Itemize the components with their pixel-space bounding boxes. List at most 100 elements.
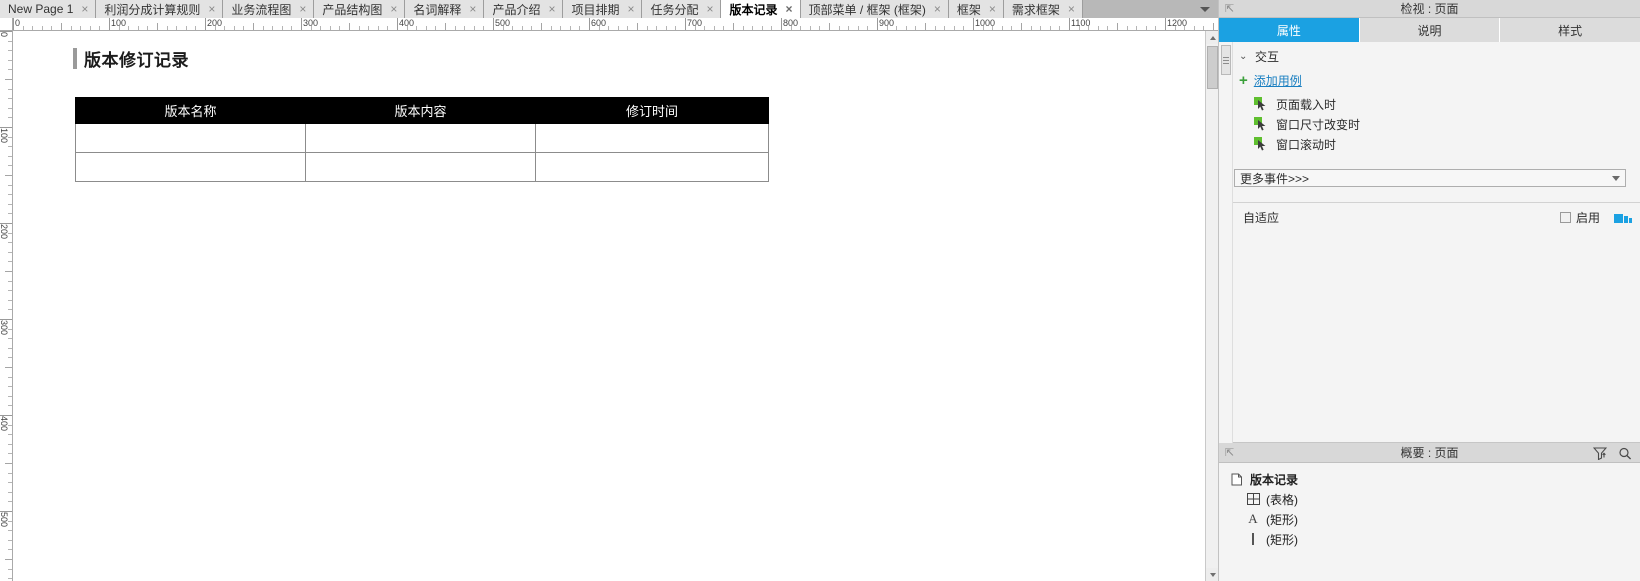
page-tab-label: 产品介绍 — [492, 2, 541, 17]
panel-side-scrollbar[interactable] — [1219, 42, 1233, 443]
table-cell[interactable] — [305, 123, 536, 153]
vertical-ruler[interactable]: 0 100 200 300 400 500 — [0, 31, 13, 581]
outline-title: 概要 : 页面 — [1400, 446, 1459, 460]
ruler-label: 700 — [687, 18, 703, 28]
ruler-tick — [637, 23, 638, 30]
ruler-tick — [5, 559, 12, 560]
table-row[interactable] — [75, 123, 769, 153]
table-column-header[interactable]: 版本内容 — [305, 97, 536, 124]
close-icon[interactable]: × — [785, 3, 794, 15]
close-icon[interactable]: × — [1067, 3, 1076, 15]
outline-item[interactable]: (表格) — [1219, 489, 1640, 509]
inspector-tab[interactable]: 说明 — [1359, 18, 1501, 42]
close-icon[interactable]: × — [207, 3, 216, 15]
ruler-tick — [5, 175, 12, 176]
table-body[interactable] — [75, 123, 769, 182]
page-icon — [1229, 473, 1245, 486]
filter-icon[interactable] — [1593, 446, 1607, 460]
table-cell[interactable] — [535, 123, 769, 153]
design-canvas[interactable]: 版本修订记录 版本名称 版本内容 修订时间 — [13, 31, 1205, 581]
panel-grip-handle[interactable] — [1221, 45, 1231, 75]
ruler-tick — [157, 23, 158, 30]
page-tab[interactable]: 产品介绍 × — [484, 0, 564, 18]
event-item[interactable]: 页面载入时 — [1254, 94, 1360, 114]
close-icon[interactable]: × — [298, 3, 307, 15]
adaptive-enable-checkbox[interactable] — [1559, 212, 1571, 223]
ruler-tick — [733, 23, 734, 30]
page-title: 版本修订记录 — [84, 51, 189, 70]
table-cell[interactable] — [75, 123, 306, 153]
page-tab[interactable]: 业务流程图 × — [223, 0, 315, 18]
scrollbar-thumb[interactable] — [1207, 46, 1218, 89]
close-icon[interactable]: × — [933, 3, 942, 15]
ruler-tick — [541, 23, 542, 30]
page-tab-label: 任务分配 — [650, 2, 699, 17]
outline-item[interactable]: 版本记录 — [1219, 469, 1640, 489]
table-cell[interactable] — [75, 152, 306, 182]
canvas-vertical-scrollbar[interactable] — [1205, 31, 1219, 581]
ruler-tick — [445, 23, 446, 30]
add-case-label[interactable]: 添加用例 — [1254, 72, 1302, 89]
table-row[interactable] — [75, 152, 769, 182]
ruler-label: 500 — [495, 18, 511, 28]
close-icon[interactable]: × — [705, 3, 714, 15]
search-icon[interactable] — [1618, 447, 1632, 460]
table-column-header[interactable]: 版本名称 — [75, 97, 306, 124]
event-label: 窗口尺寸改变时 — [1276, 117, 1361, 132]
page-title-block[interactable]: 版本修订记录 — [73, 46, 189, 71]
add-case-button[interactable]: + 添加用例 — [1239, 72, 1302, 89]
table-cell[interactable] — [535, 152, 769, 182]
event-item[interactable]: 窗口尺寸改变时 — [1254, 114, 1360, 134]
inspector-tabs[interactable]: 属性 说明 样式 — [1219, 18, 1640, 42]
collapse-arrow-icon[interactable]: ⇱ — [1225, 2, 1234, 16]
event-item[interactable]: 窗口滚动时 — [1254, 134, 1360, 154]
inspector-tab[interactable]: 属性 — [1219, 18, 1360, 42]
page-tab-label: 项目排期 — [571, 2, 620, 17]
page-tab[interactable]: New Page 1 × — [0, 0, 97, 18]
close-icon[interactable]: × — [626, 3, 635, 15]
interaction-section-header[interactable]: ⌄ 交互 — [1239, 48, 1279, 65]
inspector-tab[interactable]: 样式 — [1500, 18, 1640, 42]
page-tab[interactable]: 产品结构图 × — [314, 0, 406, 18]
event-list[interactable]: 页面载入时窗口尺寸改变时窗口滚动时 — [1254, 94, 1360, 154]
triangle-down-icon — [1209, 572, 1216, 577]
page-tab[interactable]: 任务分配 × — [642, 0, 722, 18]
page-tab-label: 需求框架 — [1011, 2, 1060, 17]
collapse-arrow-icon[interactable]: ⇱ — [1225, 446, 1234, 459]
outline-item-label: (表格) — [1266, 492, 1298, 507]
tab-overflow-dropdown-button[interactable] — [1196, 0, 1214, 18]
outline-actions — [1593, 443, 1632, 463]
ruler-tick — [5, 79, 12, 80]
outline-item[interactable]: (矩形) — [1219, 529, 1640, 549]
page-tab[interactable]: 顶部菜单 / 框架 (框架) × — [800, 0, 949, 18]
ruler-tick — [5, 271, 12, 272]
ruler-tick — [829, 23, 830, 30]
page-tab[interactable]: 版本记录 × — [721, 0, 801, 18]
close-icon[interactable]: × — [389, 3, 398, 15]
version-history-table[interactable]: 版本名称 版本内容 修订时间 — [75, 97, 769, 182]
page-tab[interactable]: 框架 × — [948, 0, 1004, 18]
ruler-tick — [61, 23, 62, 30]
right-inspector-panel: ⇱ 检视 : 页面 属性 说明 样式 ⌄ 交互 + 添加用例 页面载入时 窗口尺寸改变… — [1218, 0, 1640, 581]
outline-tree[interactable]: 版本记录 (表格) A (矩形) (矩形) — [1219, 463, 1640, 581]
table-column-header[interactable]: 修订时间 — [535, 97, 769, 124]
page-tab[interactable]: 项目排期 × — [563, 0, 643, 18]
close-icon[interactable]: × — [468, 3, 477, 15]
page-tab-label: 利润分成计算规则 — [104, 2, 201, 17]
close-icon[interactable]: × — [988, 3, 997, 15]
close-icon[interactable]: × — [80, 3, 89, 15]
outline-item[interactable]: A (矩形) — [1219, 509, 1640, 529]
more-events-dropdown[interactable]: 更多事件>>> — [1234, 169, 1626, 187]
horizontal-ruler[interactable]: 0 100 200 300 400 500 600 700 800 900 1000 1100 1200 — [13, 18, 1218, 31]
page-tab[interactable]: 需求框架 × — [1003, 0, 1083, 18]
table-header: 版本名称 版本内容 修订时间 — [75, 97, 769, 124]
table-cell[interactable] — [305, 152, 536, 182]
chevron-down-icon — [1200, 6, 1210, 12]
adaptive-views-icon[interactable] — [1614, 212, 1632, 224]
page-tab-bar[interactable]: New Page 1 × 利润分成计算规则 × 业务流程图 × 产品结构图 × 名词解释 × 产品介… — [0, 0, 1218, 18]
page-tab[interactable]: 名词解释 × — [405, 0, 485, 18]
page-tab[interactable]: 利润分成计算规则 × — [96, 0, 224, 18]
close-icon[interactable]: × — [547, 3, 556, 15]
outline-header: ⇱ 概要 : 页面 — [1219, 443, 1640, 463]
properties-body: ⌄ 交互 + 添加用例 页面载入时 窗口尺寸改变时 窗口滚动时 更多事件>>> 自适… — [1219, 42, 1640, 443]
